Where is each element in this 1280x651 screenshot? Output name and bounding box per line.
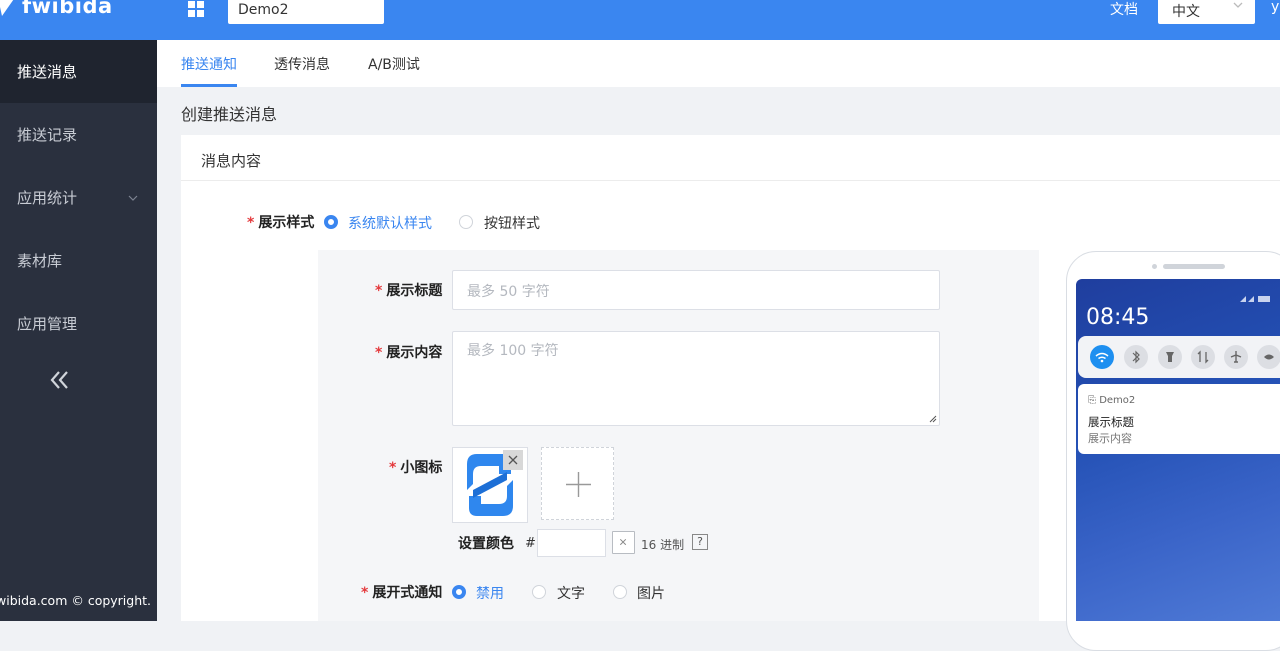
close-icon [508,455,518,465]
sidebar-item-materials[interactable]: 素材库 [0,229,157,292]
double-chevron-left-icon[interactable] [48,368,72,392]
bluetooth-icon [1124,345,1148,369]
radio-expand-text-label[interactable]: 文字 [557,583,585,603]
required-marker: * [247,215,255,231]
color-hash-prefix: # [525,536,536,551]
phone-screen: 08:45 ⎘ Demo2 展示标题 展示内容 [1076,279,1280,621]
display-title-label: * 展示标题 [375,283,443,299]
flashlight-icon [1158,345,1182,369]
status-bar-icon [1240,296,1270,302]
data-icon [1191,345,1215,369]
chevron-down-icon [1233,2,1243,8]
sidebar-item-push-message[interactable]: 推送消息 [0,40,157,103]
hex-hint: 16 进制 [641,538,685,552]
clear-color-button[interactable] [612,531,635,554]
notification-preview: ⎘ Demo2 展示标题 展示内容 [1078,384,1280,454]
top-bar: fwibida Demo2 文档 中文 y [0,0,1280,40]
color-hex-input[interactable] [537,529,606,557]
page-title: 创建推送消息 [181,105,278,124]
radio-button-style[interactable] [459,215,473,229]
phone-camera [1152,264,1157,269]
logo[interactable]: fwibida [0,0,113,18]
notification-title: 展示标题 [1088,415,1134,429]
display-content-placeholder: 最多 100 字符 [467,343,559,359]
expand-notification-label: * 展开式通知 [361,585,443,601]
radio-expand-disabled-label[interactable]: 禁用 [476,583,504,603]
required-marker: * [375,283,383,299]
language-value: 中文 [1172,4,1200,20]
chevron-down-icon [128,195,138,201]
sidebar-item-label: 推送消息 [17,63,78,81]
sidebar-item-label: 素材库 [17,252,63,270]
tab-ab-test[interactable]: A/B测试 [368,54,420,74]
color-label: 设置颜色 [458,536,514,552]
radio-default-style-label[interactable]: 系统默认样式 [348,213,432,233]
app-selector[interactable]: Demo2 [228,0,384,24]
sidebar-item-label: 应用统计 [17,189,78,207]
sidebar-item-push-records[interactable]: 推送记录 [0,103,157,166]
tab-passthrough-message[interactable]: 透传消息 [274,54,330,74]
radio-button-style-label[interactable]: 按钮样式 [484,213,540,233]
tab-push-notification[interactable]: 推送通知 [181,54,237,74]
docs-link[interactable]: 文档 [1110,0,1138,19]
notification-app-name: Demo2 [1099,395,1136,406]
display-title-input[interactable]: 最多 50 字符 [452,270,940,310]
logo-mark-icon [0,0,14,16]
sidebar-item-app-stats[interactable]: 应用统计 [0,166,157,229]
wifi-icon [1090,345,1114,369]
display-content-textarea[interactable]: 最多 100 字符 [452,331,940,426]
phone-speaker [1163,264,1225,269]
quick-settings-bar [1078,336,1280,378]
logo-text: fwibida [22,0,113,18]
remove-icon-button[interactable] [503,450,523,470]
sidebar-item-app-management[interactable]: 应用管理 [0,292,157,355]
add-icon-button[interactable] [541,447,614,520]
eye-icon [1257,345,1280,369]
radio-default-style[interactable] [324,215,338,229]
language-select[interactable]: 中文 [1158,0,1255,24]
card-title: 消息内容 [181,135,1280,181]
sidebar: 推送消息 推送记录 应用统计 素材库 应用管理 wibida.com © cop… [0,40,157,621]
help-icon[interactable]: ? [692,534,708,550]
radio-expand-image-label[interactable]: 图片 [637,583,665,603]
display-content-label: * 展示内容 [375,345,443,361]
required-marker: * [361,585,369,601]
radio-expand-text[interactable] [532,585,546,599]
radio-expand-image[interactable] [613,585,627,599]
radio-expand-disabled[interactable] [452,585,466,599]
close-icon [619,538,627,546]
display-title-placeholder: 最多 50 字符 [467,284,550,300]
phone-clock: 08:45 [1086,305,1150,330]
sidebar-item-label: 应用管理 [17,315,78,333]
copyright-text: wibida.com © copyright. [0,593,152,608]
resize-handle-icon[interactable] [929,415,937,423]
small-icon-label: * 小图标 [389,460,443,476]
active-tab-indicator [181,84,237,87]
notification-app: ⎘ Demo2 [1088,395,1135,406]
notification-body: 展示内容 [1088,432,1132,445]
plus-icon [566,472,591,497]
app-grid-icon[interactable] [188,1,204,17]
link-icon: ⎘ [1088,395,1096,406]
sidebar-item-label: 推送记录 [17,126,78,144]
airplane-icon [1224,345,1248,369]
display-style-label: * 展示样式 [247,215,315,231]
user-menu[interactable]: y [1271,0,1279,15]
tab-bar: 推送通知 透传消息 A/B测试 [157,40,1280,87]
required-marker: * [389,460,397,476]
required-marker: * [375,345,383,361]
